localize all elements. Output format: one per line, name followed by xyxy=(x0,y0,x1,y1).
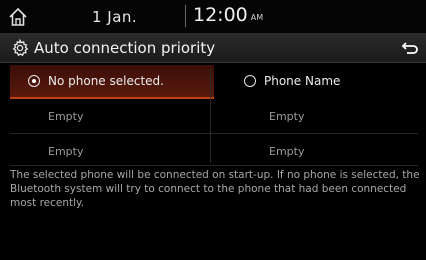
home-button[interactable] xyxy=(8,6,28,28)
option-empty-slot[interactable]: Empty xyxy=(10,100,214,132)
empty-label: Empty xyxy=(269,109,305,123)
back-arrow-icon xyxy=(401,42,418,54)
clock-display: 12:00 AM xyxy=(193,4,263,26)
empty-label: Empty xyxy=(269,144,305,158)
option-label: Phone Name xyxy=(264,74,341,88)
radio-unchecked-icon xyxy=(244,75,256,87)
help-description: The selected phone will be connected on … xyxy=(10,169,420,209)
phone-priority-list: No phone selected. Empty Empty Phone Nam… xyxy=(10,63,418,163)
row-divider xyxy=(10,165,418,166)
option-no-phone-selected[interactable]: No phone selected. xyxy=(10,65,214,99)
home-icon xyxy=(9,7,27,26)
option-empty-slot[interactable]: Empty xyxy=(10,135,214,167)
clock-divider xyxy=(185,5,186,27)
column-divider xyxy=(210,69,211,163)
empty-label: Empty xyxy=(48,144,84,158)
clock-ampm: AM xyxy=(250,13,264,22)
radio-checked-icon xyxy=(28,75,40,87)
option-empty-slot[interactable]: Empty xyxy=(214,100,418,132)
left-column: No phone selected. Empty Empty xyxy=(10,63,214,163)
right-column: Phone Name Empty Empty xyxy=(214,63,418,163)
page-title: Auto connection priority xyxy=(34,39,216,57)
clock-time: 12:00 xyxy=(193,4,248,26)
empty-label: Empty xyxy=(48,109,84,123)
gear-icon xyxy=(11,38,29,57)
date-display: 1 Jan. xyxy=(92,8,138,26)
option-empty-slot[interactable]: Empty xyxy=(214,135,418,167)
option-phone-name[interactable]: Phone Name xyxy=(214,65,418,97)
status-bar: 1 Jan. 12:00 AM xyxy=(0,0,426,34)
back-button[interactable] xyxy=(394,34,426,62)
row-divider xyxy=(10,133,418,134)
option-label: No phone selected. xyxy=(48,74,164,88)
title-bar: Auto connection priority xyxy=(0,34,426,63)
